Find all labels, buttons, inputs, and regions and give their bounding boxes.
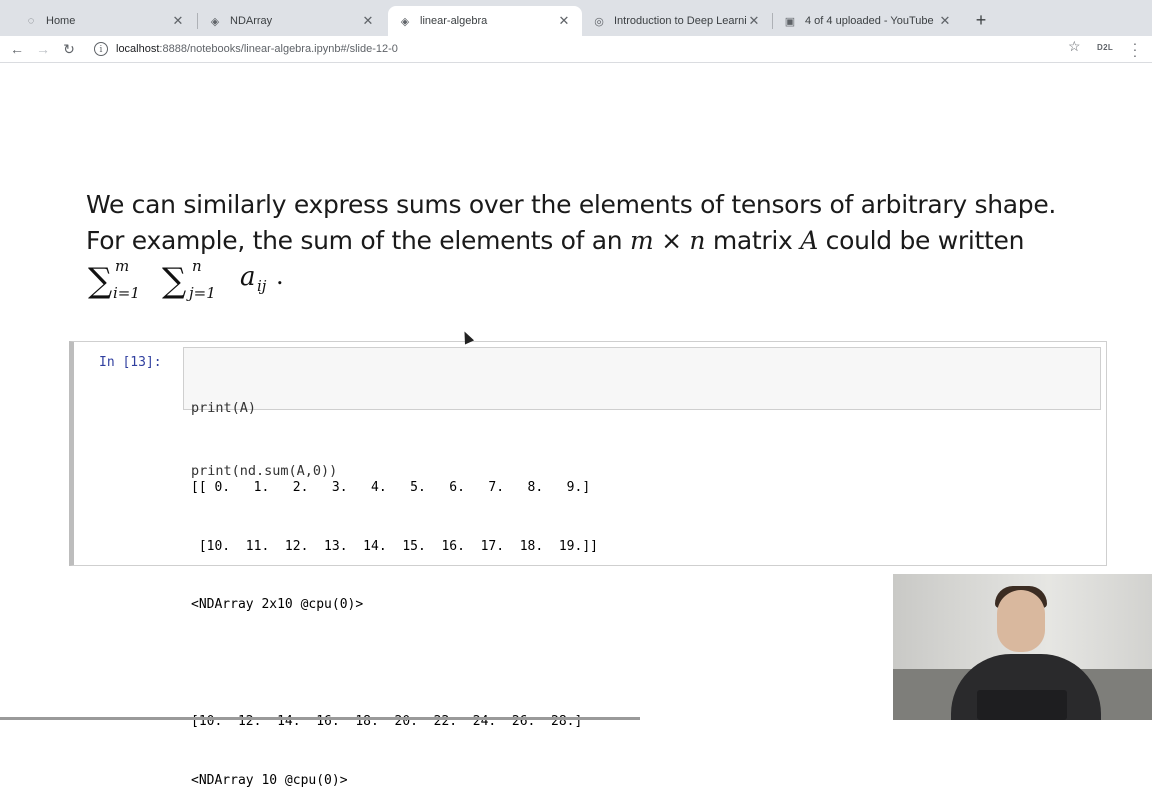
reload-icon[interactable]: ↻ xyxy=(58,38,80,60)
math-A: A xyxy=(800,226,818,255)
tab-introduction-to-deep-learning[interactable]: ◎ Introduction to Deep Learning ✕ xyxy=(582,6,772,36)
notebook-icon: ◈ xyxy=(210,15,220,28)
tab-title: NDArray xyxy=(230,15,273,27)
term-subscript-ij: ij xyxy=(257,277,267,295)
kebab-menu-icon[interactable]: · · · xyxy=(1132,36,1138,62)
cell-output: [[ 0. 1. 2. 3. 4. 5. 6. 7. 8. 9.] [10. 1… xyxy=(191,439,598,810)
tab-ndarray[interactable]: ◈ NDArray ✕ xyxy=(198,6,386,36)
sum-superscript-m: m xyxy=(115,257,130,275)
close-icon[interactable]: ✕ xyxy=(937,13,953,29)
math-n: n xyxy=(689,226,706,255)
slide-line-2: For example, the sum of the elements of … xyxy=(86,223,1076,259)
tab-strip: ◌ Home ✕ ◈ NDArray ✕ ◈ linear-algebra ✕ … xyxy=(0,0,1152,36)
bookmark-star-icon[interactable]: ☆ xyxy=(1068,38,1081,55)
forward-arrow-icon[interactable]: → xyxy=(32,38,54,60)
sum-subscript-j: j=1 xyxy=(189,284,216,302)
term-period: . xyxy=(276,262,284,290)
slide-paragraph: We can similarly express sums over the e… xyxy=(86,187,1076,259)
output-line: <NDArray 10 @cpu(0)> xyxy=(191,772,348,788)
url-path: :8888/notebooks/linear-algebra.ipynb#/sl… xyxy=(159,43,398,55)
close-icon[interactable]: ✕ xyxy=(556,13,572,29)
close-icon[interactable]: ✕ xyxy=(170,13,186,29)
output-line: [10. 12. 14. 16. 18. 20. 22. 24. 26. 28.… xyxy=(191,714,583,729)
youtube-icon: ▣ xyxy=(784,15,796,28)
output-line: <NDArray 2x10 @cpu(0)> xyxy=(191,597,364,612)
sum-subscript-i: i=1 xyxy=(113,284,140,302)
url-host: localhost xyxy=(116,43,160,55)
close-icon[interactable]: ✕ xyxy=(360,13,376,29)
output-line: [[ 0. 1. 2. 3. 4. 5. 6. 7. 8. 9.] xyxy=(191,480,591,495)
browser-toolbar: ← → ↻ i localhost:8888/notebooks/linear-… xyxy=(0,36,1152,63)
math-m: m xyxy=(630,226,654,255)
globe-icon: ◎ xyxy=(594,15,604,28)
input-prompt: In [13]: xyxy=(99,355,162,370)
info-icon[interactable]: i xyxy=(94,42,108,56)
slide-line-1: We can similarly express sums over the e… xyxy=(86,190,1057,219)
d2l-extension-icon[interactable]: D2L xyxy=(1097,43,1113,52)
close-icon[interactable]: ✕ xyxy=(746,13,762,29)
math-times: × xyxy=(661,226,682,255)
presenter-laptop xyxy=(977,690,1067,720)
tab-youtube[interactable]: ▣ 4 of 4 uploaded - YouTube ✕ xyxy=(773,6,963,36)
notebook-icon: ◈ xyxy=(400,15,410,28)
url-text: localhost:8888/notebooks/linear-algebra.… xyxy=(116,43,398,55)
tab-title: 4 of 4 uploaded - YouTube xyxy=(805,15,934,27)
address-bar[interactable]: i localhost:8888/notebooks/linear-algebr… xyxy=(86,38,1096,60)
sigma-symbol: ∑ xyxy=(162,261,187,301)
slide-line-2-mid: matrix xyxy=(712,226,793,255)
tab-linear-algebra[interactable]: ◈ linear-algebra ✕ xyxy=(388,6,582,36)
tab-title: Introduction to Deep Learning xyxy=(614,15,746,27)
slide-line-2-prefix: For example, the sum of the elements of … xyxy=(86,226,623,255)
tab-title: linear-algebra xyxy=(420,15,488,27)
sum-superscript-n: n xyxy=(192,257,202,275)
output-line: [10. 11. 12. 13. 14. 15. 16. 17. 18. 19.… xyxy=(191,538,598,554)
sigma-symbol: ∑ xyxy=(88,261,113,301)
code-line: print(A) xyxy=(191,400,257,416)
presenter-head xyxy=(997,590,1045,652)
slide-line-2-suffix: could be written xyxy=(825,226,1025,255)
jupyter-icon: ◌ xyxy=(27,15,35,27)
tab-home[interactable]: ◌ Home ✕ xyxy=(14,6,196,36)
new-tab-button[interactable]: + xyxy=(970,9,992,31)
tab-title: Home xyxy=(46,15,76,27)
back-arrow-icon[interactable]: ← xyxy=(6,38,28,60)
webcam-overlay xyxy=(893,574,1152,720)
term-a: a xyxy=(240,262,256,292)
